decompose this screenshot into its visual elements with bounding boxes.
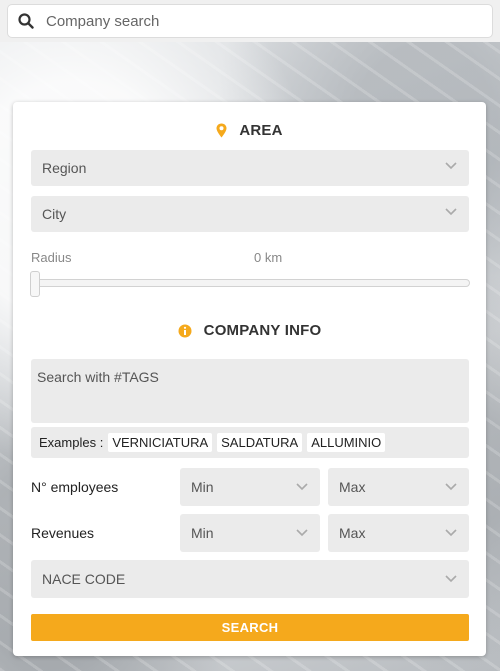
chevron-down-icon [445,529,457,537]
search-button[interactable]: SEARCH [31,614,469,641]
region-placeholder: Region [42,160,87,176]
city-select[interactable]: City [31,196,469,232]
min-label: Min [191,479,214,495]
examples-label: Examples : [39,435,104,450]
radius-slider-track[interactable] [35,279,470,287]
radius-slider-handle[interactable] [30,271,40,297]
radius-value: 0 km [254,250,283,265]
company-info-title: COMPANY INFO [203,322,322,339]
chevron-down-icon [445,208,457,216]
tags-placeholder: Search with #TAGS [37,369,159,385]
chevron-down-icon [445,575,457,583]
company-search-input[interactable] [44,11,448,31]
city-placeholder: City [42,206,67,222]
area-section-title: AREA [13,122,486,139]
company-search-bar[interactable] [8,5,492,37]
info-circle-icon [178,324,192,338]
tag-chip[interactable]: ALLUMINIO [307,433,386,452]
revenues-max-select[interactable]: Max [328,514,469,552]
map-marker-icon [216,123,227,138]
tags-search-field[interactable]: Search with #TAGS [31,359,469,423]
tag-chip[interactable]: SALDATURA [217,433,303,452]
search-icon [18,13,34,29]
company-info-section-title: COMPANY INFO [13,322,486,339]
employees-max-select[interactable]: Max [328,468,469,506]
revenues-label: Revenues [31,525,95,541]
tag-examples: Examples : VERNICIATURA SALDATURA ALLUMI… [31,427,469,458]
nace-code-select[interactable]: NACE CODE [31,560,469,598]
filter-panel: AREA Region City Radius 0 km COMPANY INF… [13,102,486,656]
revenues-min-select[interactable]: Min [180,514,320,552]
chevron-down-icon [445,483,457,491]
employees-label: N° employees [31,479,119,495]
top-bar [0,0,500,42]
chevron-down-icon [296,483,308,491]
employees-min-select[interactable]: Min [180,468,320,506]
chevron-down-icon [445,162,457,170]
area-title: AREA [239,122,283,139]
max-label: Max [339,479,366,495]
min-label: Min [191,525,214,541]
region-select[interactable]: Region [31,150,469,186]
tag-chip[interactable]: VERNICIATURA [108,433,213,452]
radius-label: Radius [31,250,72,265]
nace-placeholder: NACE CODE [42,571,126,587]
chevron-down-icon [296,529,308,537]
max-label: Max [339,525,366,541]
